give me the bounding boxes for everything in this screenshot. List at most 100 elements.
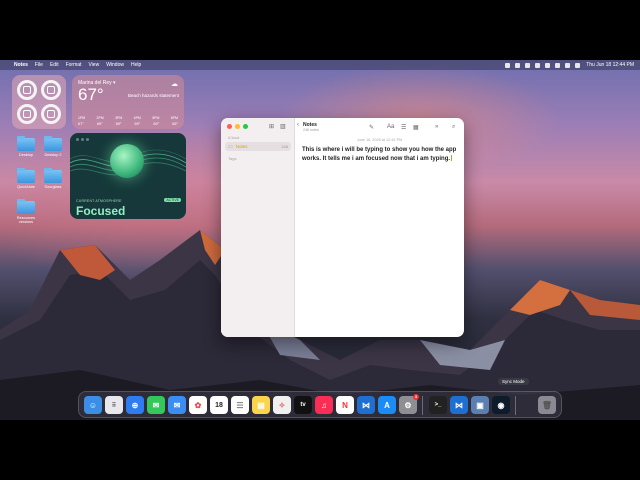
note-list-header: Notes 246 notes	[303, 122, 319, 132]
desktop-folder[interactable]: Resources versions	[12, 199, 40, 224]
folder-label: Resources versions	[16, 216, 36, 224]
weather-hour: 3PM	[115, 116, 123, 120]
safari-icon[interactable]: ⊕	[126, 396, 144, 414]
search-icon[interactable]	[565, 62, 571, 68]
menu-window[interactable]: Window	[106, 62, 124, 68]
notes-window: ⊞ ▥ iCloud ▭ Notes 246 Tags ‹ Notes 246 …	[221, 118, 464, 337]
status-icon[interactable]	[535, 62, 541, 68]
folder-icon	[44, 168, 62, 183]
note-text: This is where i will be typing to show y…	[302, 147, 457, 162]
close-window-button[interactable]	[227, 124, 232, 129]
status-area: Thu Jun 18 12:44 PM	[500, 62, 634, 68]
table-icon[interactable]: ▦	[413, 124, 419, 131]
weather-hour: 2PM	[96, 116, 104, 120]
desktop-folder[interactable]: QuickNote	[12, 168, 40, 189]
batteries-widget[interactable]	[12, 75, 66, 129]
window-controls	[227, 124, 251, 129]
weather-hours: 1PM 2PM 3PM 4PM 5PM 6PM	[78, 116, 178, 120]
photos-icon[interactable]: ✿	[189, 396, 207, 414]
freeform-icon[interactable]: ✧	[273, 396, 291, 414]
note-body[interactable]: This is where i will be typing to show y…	[302, 146, 458, 163]
weather-hour-temp: 69°	[115, 122, 122, 126]
menu-help[interactable]: Help	[131, 62, 141, 68]
toggle-sidebar-icon[interactable]: ▥	[280, 123, 286, 130]
more-chevrons-icon[interactable]: »	[435, 124, 438, 130]
weather-hour-temp: 67°	[78, 122, 84, 126]
trash-icon[interactable]: 🗑	[538, 396, 556, 414]
app-store-icon[interactable]: A	[378, 396, 396, 414]
minimize-window-button[interactable]	[235, 124, 240, 129]
folder-label: Desktop	[19, 153, 33, 157]
battery-ring	[41, 80, 61, 100]
menu-format[interactable]: Format	[66, 62, 82, 68]
folder-icon	[17, 199, 35, 214]
text-cursor	[451, 155, 453, 162]
vscode-icon[interactable]: ⋈	[450, 396, 468, 414]
music-icon[interactable]: ♫	[315, 396, 333, 414]
menu-bar: Notes File Edit Format View Window Help …	[0, 60, 640, 70]
sync-mode-icon[interactable]: ◉	[492, 396, 510, 414]
system-settings-icon[interactable]: ⚙ 3	[399, 394, 419, 414]
terminal-icon[interactable]: >_	[429, 396, 447, 414]
folder-icon	[17, 136, 35, 151]
weather-hour: 6PM	[170, 116, 178, 120]
focus-widget[interactable]: CURRENT ATMOSPHERE ACTIVE Focused	[70, 133, 186, 219]
sidebar-section-tags: Tags	[228, 156, 237, 161]
focus-status-badge: ACTIVE	[164, 198, 181, 202]
menu-file[interactable]: File	[35, 62, 43, 68]
weather-hour-temp: 69°	[96, 122, 103, 126]
sun-cloud-icon: ☁	[171, 81, 178, 88]
wifi-icon[interactable]	[555, 62, 561, 68]
compose-icon[interactable]: ✎	[369, 124, 374, 131]
folder-label: Desktop 2	[44, 153, 62, 157]
finder-icon[interactable]: ☺	[84, 396, 102, 414]
calendar-day: 18	[215, 401, 223, 409]
apple-tv-icon[interactable]: tv	[294, 396, 312, 414]
sidebar-item-count: 246	[281, 144, 288, 149]
search-icon[interactable]: ⌕	[452, 124, 455, 131]
focus-orb-icon	[110, 144, 144, 178]
menu-clock[interactable]: Thu Jun 18 12:44 PM	[586, 62, 634, 68]
mail-icon[interactable]: ✉	[168, 396, 186, 414]
text-format-icon[interactable]: Aa	[387, 124, 394, 130]
desktop-folder[interactable]: Desktop 2	[39, 136, 67, 157]
weather-hourly-temps: 67° 69° 69° 69° 69° 66°	[78, 122, 178, 126]
dock-tooltip: Sync Mode	[498, 378, 529, 385]
desktop-folder[interactable]: Desktop	[12, 136, 40, 157]
new-folder-icon[interactable]: ⊞	[269, 123, 274, 130]
note-editor: ‹ Notes 246 notes ✎ Aa ☰ ▦ » ⌕ June 18, …	[295, 118, 464, 337]
folder-label: QuickNote	[17, 185, 35, 189]
sidebar-section-icloud: iCloud	[228, 135, 240, 140]
vscode-icon[interactable]: ⋈	[357, 396, 375, 414]
weather-widget[interactable]: Marina del Rey ▾ 67° ☁ Beach hazards sta…	[72, 75, 184, 129]
calendar-icon[interactable]: 18	[210, 396, 228, 414]
status-icon[interactable]	[505, 62, 511, 68]
sidebar-item-notes[interactable]: ▭ Notes 246	[225, 142, 291, 151]
news-icon[interactable]: N	[336, 396, 354, 414]
reminders-icon[interactable]: ☰	[231, 396, 249, 414]
note-count: 246 notes	[303, 128, 319, 132]
notes-sidebar: ⊞ ▥ iCloud ▭ Notes 246 Tags	[221, 118, 295, 337]
status-icon[interactable]	[515, 62, 521, 68]
folder-icon	[17, 168, 35, 183]
menu-app-name[interactable]: Notes	[14, 62, 28, 68]
battery-icon[interactable]	[545, 62, 551, 68]
dock-separator	[515, 396, 516, 415]
launchpad-icon[interactable]: ⠿	[105, 396, 123, 414]
zoom-window-button[interactable]	[243, 124, 248, 129]
battery-ring	[41, 104, 61, 124]
messages-icon[interactable]: ✉	[147, 396, 165, 414]
control-center-icon[interactable]	[575, 62, 581, 68]
menu-edit[interactable]: Edit	[50, 62, 59, 68]
folder-icon	[44, 136, 62, 151]
dock-separator	[422, 396, 423, 415]
weather-hour: 5PM	[152, 116, 160, 120]
checklist-icon[interactable]: ☰	[401, 124, 406, 131]
desktop-screen: Notes File Edit Format View Window Help …	[0, 60, 640, 420]
desktop-folder[interactable]: Sourglass	[39, 168, 67, 189]
app-icon[interactable]: ▣	[471, 396, 489, 414]
menu-view[interactable]: View	[88, 62, 99, 68]
notes-app-icon[interactable]: ▤	[252, 396, 270, 414]
status-icon[interactable]	[525, 62, 531, 68]
back-chevron-icon[interactable]: ‹	[297, 122, 299, 128]
